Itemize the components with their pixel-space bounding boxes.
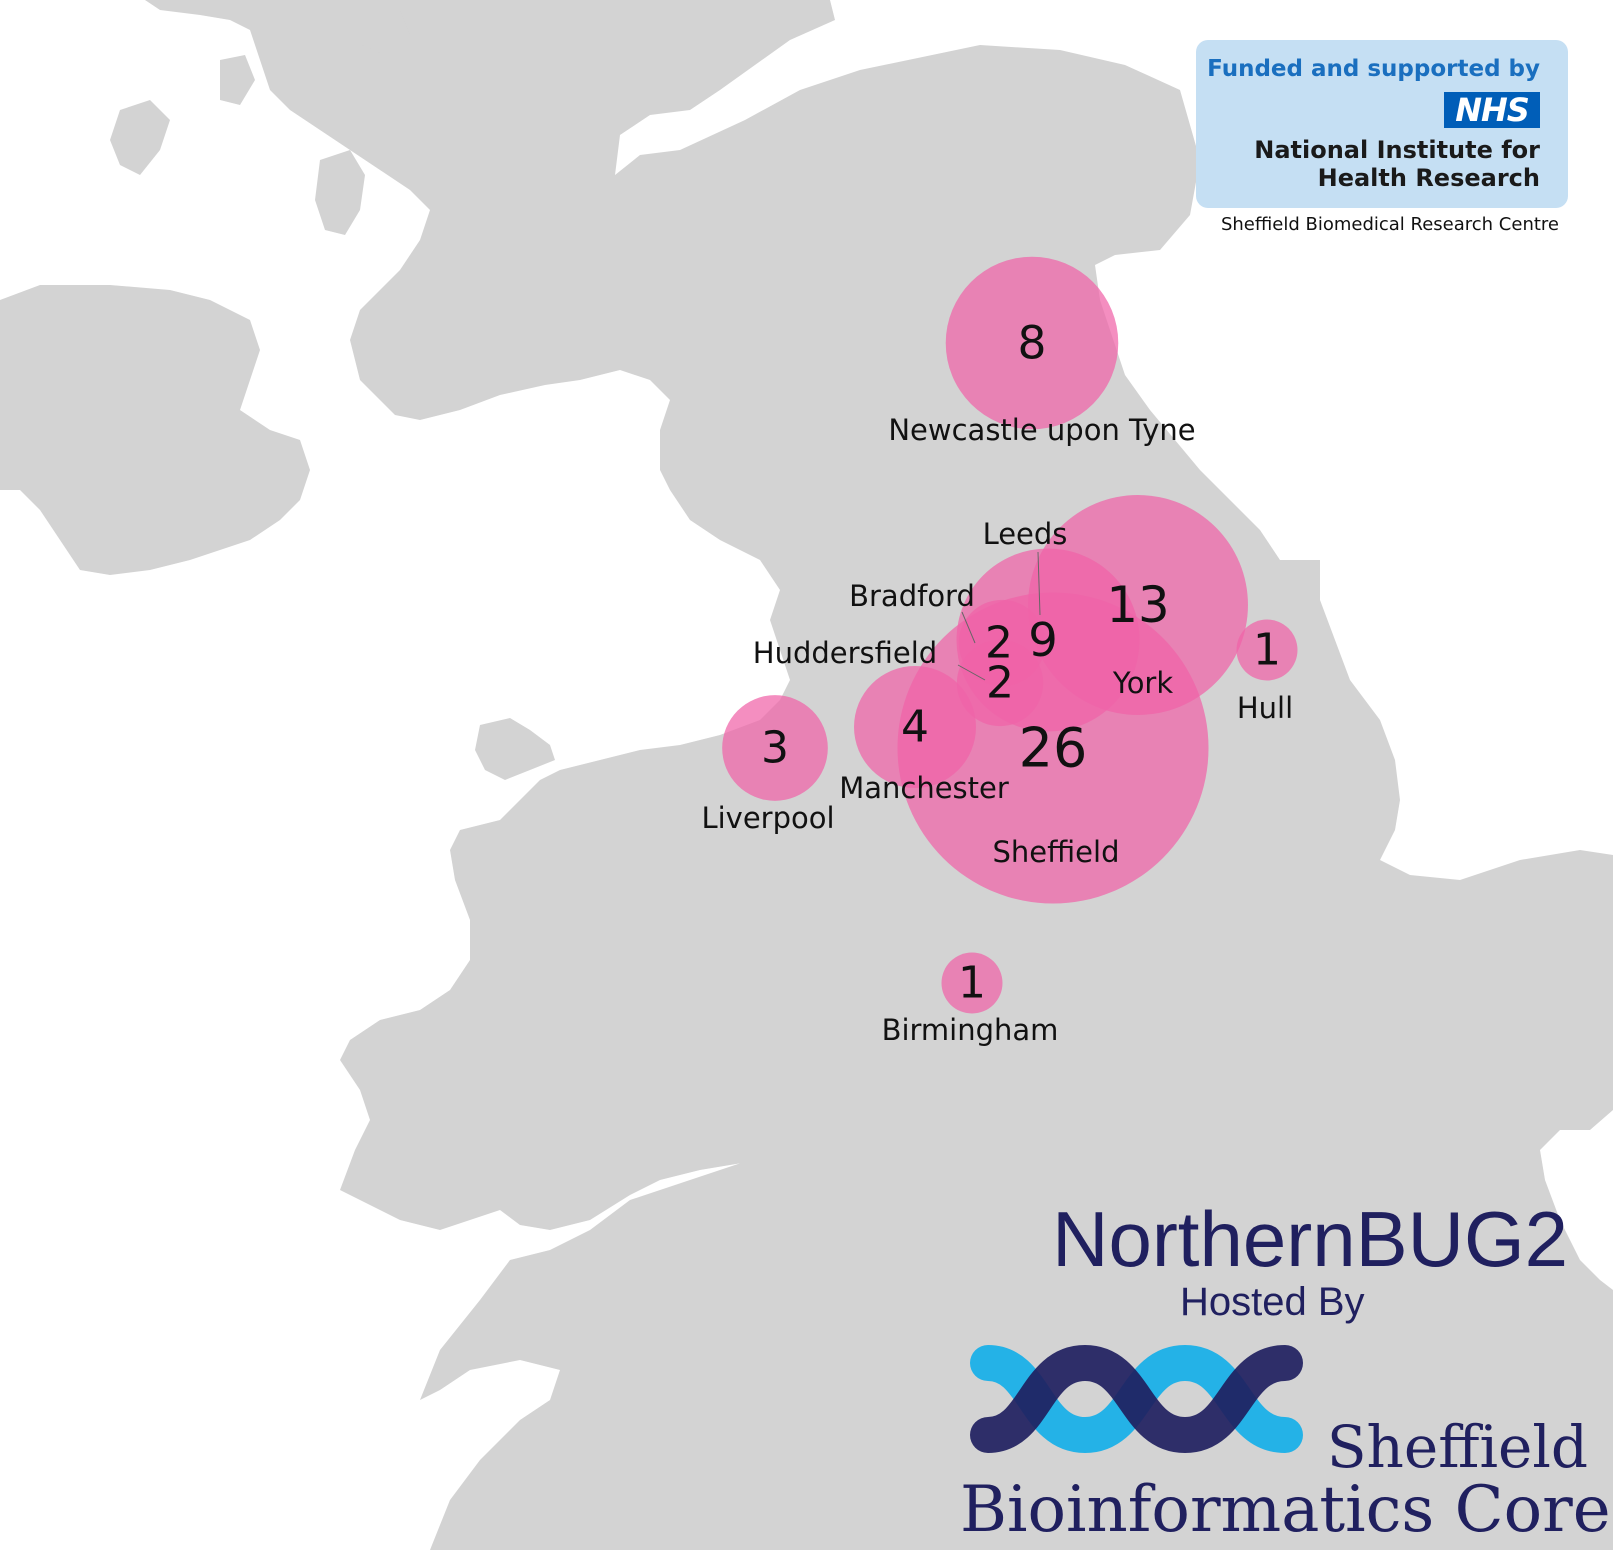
event-title: NorthernBUG2	[1052, 1195, 1568, 1283]
count-york: 13	[1106, 576, 1169, 634]
count-hull: 1	[1253, 625, 1281, 676]
island-west-2	[110, 100, 170, 175]
dna-helix-logo-icon	[970, 1344, 1303, 1454]
count-newcastle-upon-tyne: 8	[1018, 317, 1047, 370]
count-huddersfield: 2	[986, 658, 1014, 709]
label-york: York	[1112, 666, 1174, 700]
research-centre-label: Sheffield Biomedical Research Centre	[1220, 214, 1559, 235]
institute-line-2: Health Research	[1317, 164, 1540, 192]
label-huddersfield: Huddersfield	[753, 636, 937, 670]
hosted-by-label: Hosted By	[1180, 1280, 1365, 1324]
count-liverpool: 3	[761, 723, 789, 774]
island-west-3	[220, 55, 255, 105]
funding-box: Funded and supported by NHS National Ins…	[1196, 40, 1568, 208]
isle-of-man	[475, 718, 555, 780]
funded-text: Funded and supported by	[1207, 56, 1540, 82]
nhs-logo: NHS	[1444, 92, 1540, 128]
count-manchester: 4	[901, 702, 929, 753]
institute-line-1: National Institute for	[1254, 136, 1540, 164]
label-birmingham: Birmingham	[882, 1013, 1059, 1047]
count-leeds: 9	[1028, 613, 1058, 667]
count-sheffield: 26	[1019, 717, 1088, 780]
count-birmingham: 1	[958, 958, 986, 1009]
ireland-landmass	[0, 285, 310, 575]
label-liverpool: Liverpool	[701, 801, 834, 835]
institute-name: National Institute for Health Research	[1254, 136, 1540, 192]
label-sheffield: Sheffield	[993, 835, 1120, 869]
host-name-line-1: Sheffield	[1326, 1413, 1588, 1481]
label-manchester: Manchester	[839, 771, 1009, 805]
label-bradford: Bradford	[849, 579, 975, 613]
label-newcastle-upon-tyne: Newcastle upon Tyne	[888, 413, 1195, 447]
host-name-line-2: Bioinformatics Core	[960, 1473, 1611, 1547]
label-leeds: Leeds	[983, 517, 1068, 551]
island-west-1	[315, 150, 365, 235]
label-hull: Hull	[1237, 691, 1293, 725]
